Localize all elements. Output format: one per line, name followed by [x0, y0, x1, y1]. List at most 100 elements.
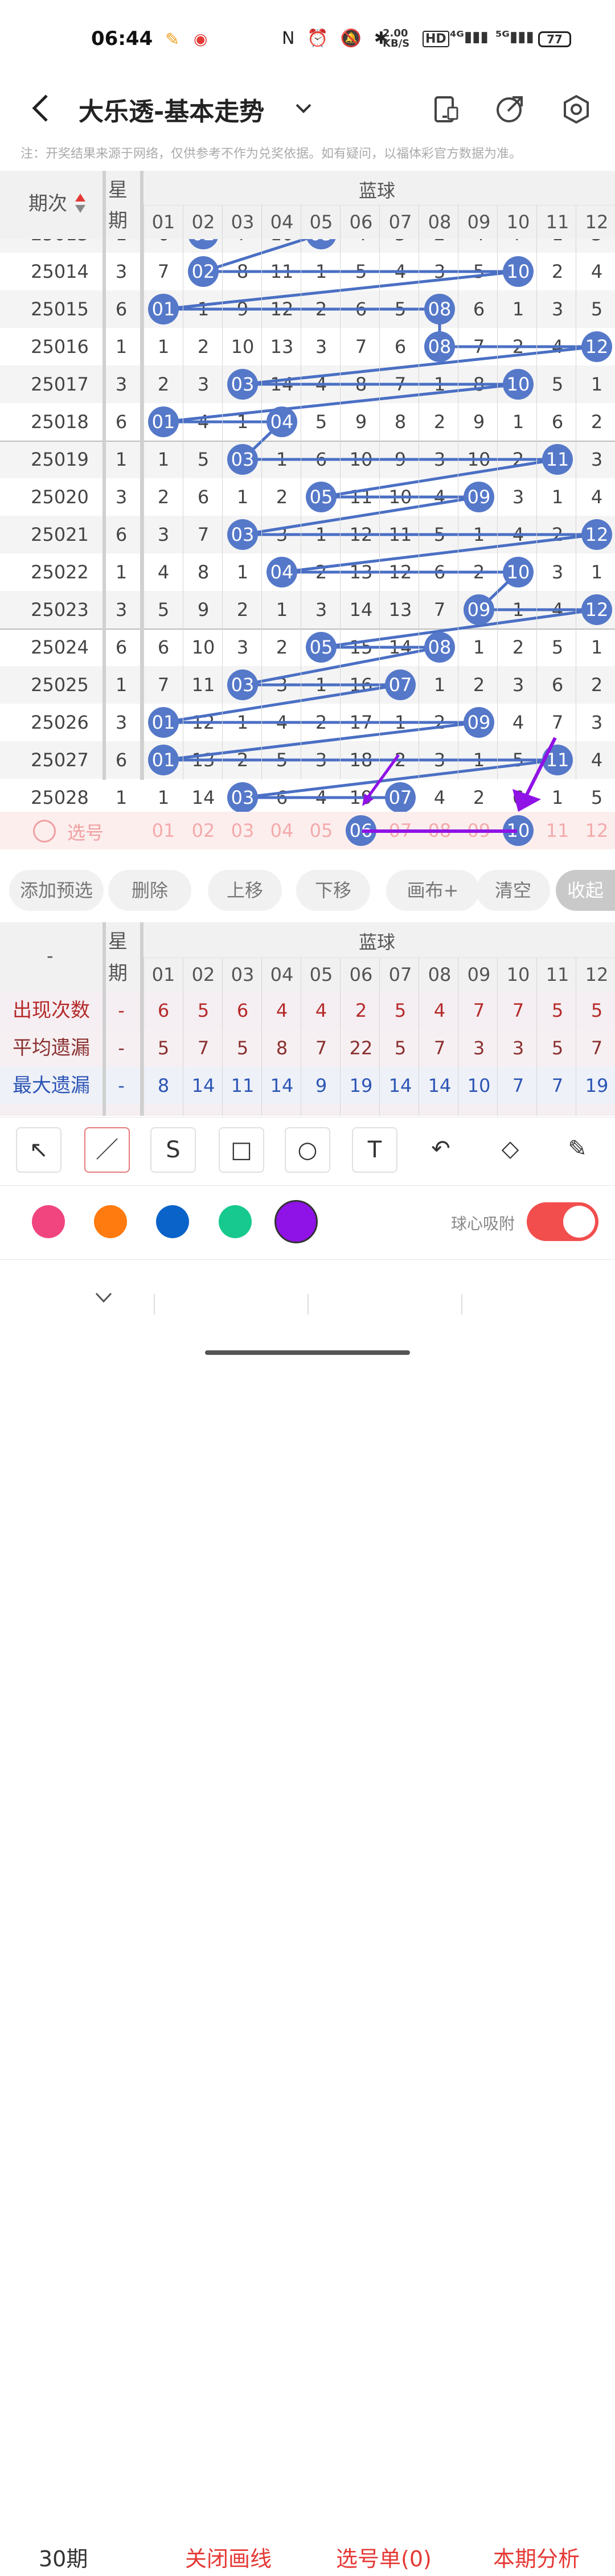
eraser-tool-icon[interactable]: ◇	[487, 1127, 533, 1173]
number-ball[interactable]: 04	[266, 406, 297, 437]
curve-tool-icon[interactable]: S	[150, 1127, 196, 1173]
chevron-down-icon[interactable]	[94, 1291, 113, 1305]
move-down-button[interactable]: 下移	[296, 870, 370, 911]
stats-label: 最大遗漏	[0, 1067, 102, 1104]
stats-value: 5	[381, 992, 420, 1029]
grid-line	[222, 205, 223, 780]
stats-value: 8	[144, 1067, 183, 1104]
number-ball[interactable]: 03	[227, 444, 258, 475]
divider	[0, 1185, 615, 1186]
header-number: 04	[263, 958, 302, 992]
stats-value: 19	[342, 1067, 381, 1104]
stats-value: 5	[223, 1029, 263, 1067]
pick-list-button[interactable]: 选号单(0)	[336, 2542, 432, 2576]
undo-tool-icon[interactable]: ↶	[418, 1127, 464, 1173]
stats-dash: -	[47, 945, 54, 967]
color-swatch[interactable]	[94, 1205, 127, 1238]
rectangle-tool-icon[interactable]: □	[219, 1127, 264, 1173]
signal-5g-icon: ⁵ᴳ▮▮▮	[495, 28, 534, 46]
number-ball[interactable]: 10	[503, 256, 534, 287]
header-week-label: 星	[108, 926, 128, 954]
clear-brush-tool-icon[interactable]: ✎	[555, 1127, 600, 1173]
number-ball[interactable]: 01	[148, 406, 179, 437]
header-number: 06	[342, 205, 381, 239]
back-icon[interactable]	[28, 91, 51, 125]
toggle-knob	[563, 1206, 595, 1238]
stats-value: 5	[144, 1029, 183, 1067]
number-ball[interactable]: 10	[503, 369, 534, 400]
text-tool-icon[interactable]: T	[352, 1127, 397, 1173]
header-period-label[interactable]: 期次	[28, 188, 67, 216]
stats-value: 14	[420, 1067, 460, 1104]
grid-line	[536, 205, 537, 780]
stats-value: 2	[342, 992, 381, 1029]
table-body: 2501316710432471325014378111543524250156…	[0, 239, 615, 812]
header-number: 09	[460, 205, 499, 239]
stats-value: 19	[577, 1067, 615, 1104]
collapse-button[interactable]: 收起	[556, 870, 615, 911]
stats-value: 14	[263, 1067, 302, 1104]
color-swatch[interactable]	[156, 1205, 189, 1238]
color-swatch[interactable]	[219, 1205, 252, 1238]
number-ball[interactable]: 07	[385, 669, 416, 700]
number-ball[interactable]: 09	[464, 482, 494, 512]
header-number: 10	[499, 205, 538, 239]
analysis-button[interactable]: 本期分析	[493, 2542, 580, 2576]
number-ball[interactable]: 02	[188, 256, 219, 287]
number-ball[interactable]: 04	[266, 557, 297, 587]
number-ball[interactable]: 12	[581, 594, 612, 625]
grid-line	[497, 205, 498, 780]
number-ball[interactable]: 12	[581, 519, 612, 550]
divider	[154, 1294, 155, 1314]
number-ball[interactable]: 03	[227, 669, 258, 700]
grid-line	[536, 958, 537, 1116]
number-ball[interactable]: 03	[227, 369, 258, 400]
header-number: 01	[144, 958, 183, 992]
number-ball[interactable]: 08	[424, 632, 455, 663]
number-ball[interactable]: 11	[542, 444, 573, 475]
divider	[102, 922, 106, 1116]
number-ball[interactable]: 10	[503, 557, 534, 587]
share-icon[interactable]	[494, 94, 525, 125]
header-week-label: 期	[108, 205, 128, 233]
number-ball[interactable]: 12	[581, 331, 612, 362]
number-ball[interactable]: 05	[306, 482, 337, 512]
page-title[interactable]: 大乐透-基本走势	[79, 91, 264, 128]
stats-value: 9	[302, 1067, 341, 1104]
user-drawing	[0, 732, 615, 846]
sort-icon[interactable]	[74, 192, 87, 215]
header-number: 02	[184, 205, 223, 239]
phone-layout-icon[interactable]	[430, 94, 461, 125]
clear-button[interactable]: 清空	[476, 870, 550, 911]
number-ball[interactable]: 08	[424, 331, 455, 362]
number-ball[interactable]: 01	[148, 294, 179, 324]
stats-value: 7	[184, 1029, 223, 1067]
move-up-button[interactable]: 上移	[208, 870, 282, 911]
number-ball[interactable]: 08	[424, 294, 455, 324]
header-number: 05	[302, 958, 341, 992]
canvas-plus-button[interactable]: 画布+	[386, 870, 479, 911]
settings-icon[interactable]	[561, 94, 592, 125]
line-tool-icon[interactable]: ／	[84, 1127, 130, 1173]
close-draw-button[interactable]: 关闭画线	[185, 2542, 272, 2576]
color-swatch[interactable]	[32, 1205, 65, 1238]
divider	[140, 922, 144, 1116]
number-ball[interactable]: 09	[464, 594, 494, 625]
color-swatch[interactable]	[274, 1200, 318, 1243]
grid-line	[497, 958, 498, 1116]
stats-value: 10	[460, 1067, 499, 1104]
chevron-down-icon[interactable]	[293, 98, 314, 118]
snap-toggle[interactable]	[527, 1202, 598, 1241]
arrow-tool-icon[interactable]: ↖	[16, 1127, 62, 1173]
period-select[interactable]: 30期	[39, 2542, 88, 2576]
add-preselect-button[interactable]: 添加预选	[9, 870, 104, 911]
grid-line	[340, 205, 341, 780]
signal-4g-icon: ⁴ᴳ▮▮▮	[450, 28, 489, 46]
number-ball[interactable]: 05	[306, 632, 337, 663]
delete-button[interactable]: 删除	[108, 870, 191, 911]
stats-value: 8	[263, 1029, 302, 1067]
stats-label: 平均遗漏	[0, 1029, 102, 1067]
number-ball[interactable]: 03	[227, 519, 258, 550]
location-notification-icon: ◉	[194, 30, 207, 48]
circle-tool-icon[interactable]: ○	[285, 1127, 330, 1173]
